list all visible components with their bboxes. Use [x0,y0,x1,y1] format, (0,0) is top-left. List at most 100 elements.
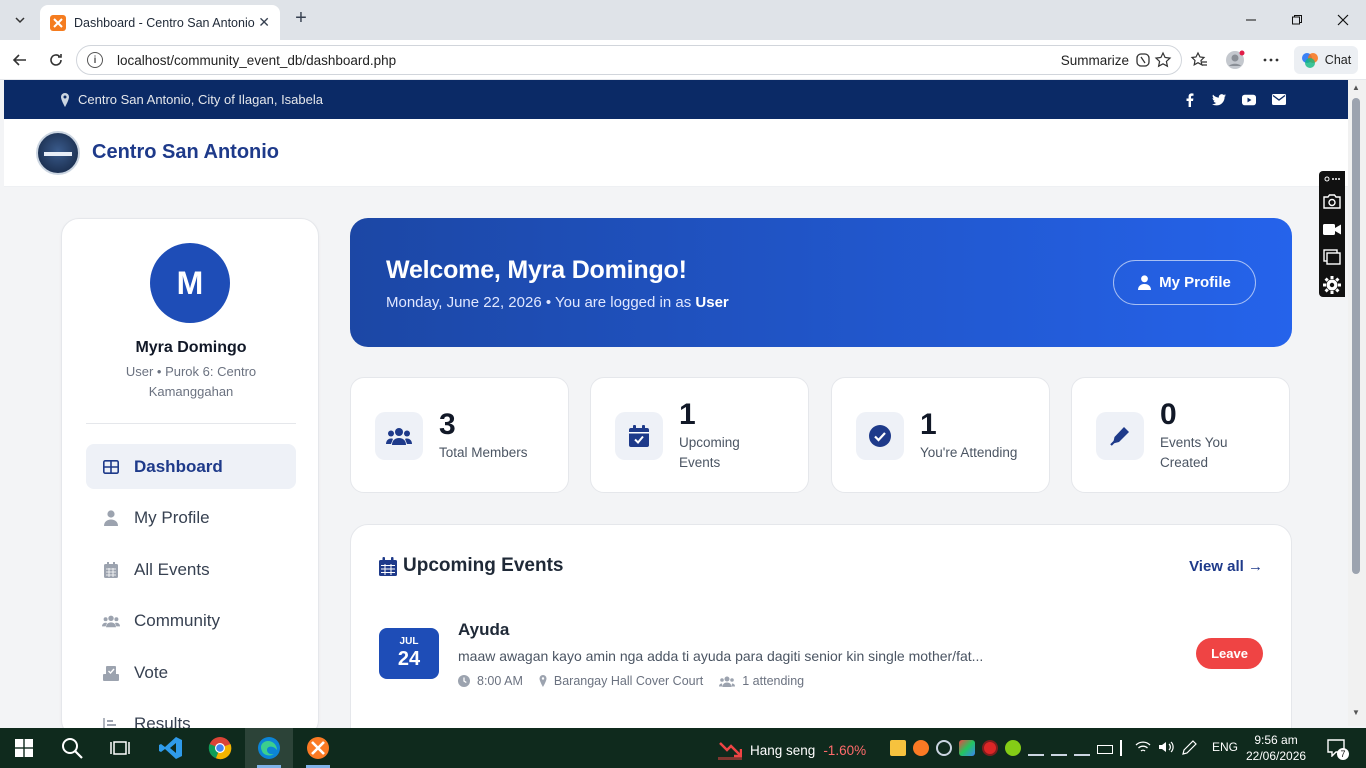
taskbar-clock[interactable]: 9:56 am 22/06/2026 [1246,732,1306,764]
stock-ticker-widget[interactable]: Hang seng -1.60% [718,739,866,761]
twitter-icon[interactable] [1212,93,1226,107]
notification-center-icon[interactable]: 7 [1326,738,1349,760]
chevron-down-icon [15,17,25,24]
leave-event-button[interactable]: Leave [1196,638,1263,669]
event-description: maaw awagan kayo amin nga adda ti ayuda … [458,648,984,664]
tray-app-multicolor-icon[interactable] [959,740,975,756]
stat-label: Total Members [439,445,528,460]
reload-button[interactable] [44,48,68,72]
tray-app-green-icon[interactable] [1005,740,1021,756]
vscode-icon[interactable] [157,734,185,762]
window-capture-icon[interactable] [1322,247,1342,267]
tray-xampp-icon[interactable] [913,740,929,756]
chrome-icon[interactable] [206,734,234,762]
stat-card-total-members: 3 Total Members [350,377,569,493]
facebook-icon[interactable] [1182,92,1196,107]
xampp-icon[interactable] [304,734,332,762]
stat-value: 3 [439,408,456,441]
favorite-star-icon[interactable] [1153,50,1173,70]
pen-menu-icon[interactable] [1181,740,1197,756]
user-role: User • Purok 6: Centro Kamanggahan [125,364,257,399]
my-profile-button[interactable]: My Profile [1113,260,1256,305]
stat-card-attending: 1 You're Attending [831,377,1050,493]
page-scrollbar[interactable]: ▲ ▼ [1348,80,1366,726]
usb-icon[interactable] [1120,740,1128,756]
volume-icon[interactable] [1158,740,1174,756]
check-circle-icon [856,412,904,460]
scroll-thumb[interactable] [1352,98,1360,574]
restore-button[interactable] [1274,0,1320,40]
sidebar-item-all-events[interactable]: All Events [86,547,296,592]
calendar-icon [379,556,397,576]
tray-search-app-icon[interactable] [936,740,952,756]
tray-hidden-icon-1[interactable] [1028,740,1044,756]
sidebar-item-my-profile[interactable]: My Profile [86,495,296,540]
input-language[interactable]: ENG [1212,740,1238,754]
welcome-banner: Welcome, Myra Domingo! Monday, June 22, … [350,218,1292,347]
stat-card-upcoming-events: 1 Upcoming Events [590,377,809,493]
windows-taskbar: Hang seng -1.60% ENG 9:56 am 22/06/2026 … [0,728,1366,768]
minimize-button[interactable] [1228,0,1274,40]
youtube-icon[interactable] [1242,93,1256,107]
upcoming-events-card: Upcoming Events View all → JUL 24 Ayuda … [350,524,1292,754]
tray-record-icon[interactable] [982,740,998,756]
back-button[interactable] [8,48,32,72]
scroll-down-icon[interactable]: ▼ [1352,708,1360,717]
section-title: Upcoming Events [379,555,563,577]
stat-value: 1 [920,408,937,441]
new-tab-button[interactable]: + [290,8,312,30]
info-icon[interactable]: i [87,52,103,68]
site-logo[interactable] [36,130,80,175]
search-icon[interactable] [58,734,86,762]
copilot-summarize-icon [1136,53,1150,67]
toolbar-grip-icon[interactable] [1322,175,1342,183]
task-view-icon[interactable] [106,734,134,762]
windows-start-icon[interactable] [10,734,38,762]
user-icon [1138,275,1152,290]
close-window-button[interactable] [1320,0,1366,40]
wifi-icon[interactable] [1135,740,1151,756]
more-menu-icon[interactable] [1261,50,1281,70]
tab-list-button[interactable] [8,8,32,32]
url-text: localhost/community_event_db/dashboard.p… [117,52,397,68]
tray-hidden-icon-2[interactable] [1051,740,1067,756]
site-brand[interactable]: Centro San Antonio [92,141,279,164]
stat-label: You're Attending [920,445,1018,460]
view-all-link[interactable]: View all → [1189,558,1263,575]
user-avatar: M [150,243,230,323]
location-pin-icon [61,92,69,107]
summarize-button[interactable]: Summarize [1061,52,1151,68]
sidebar-item-vote[interactable]: Vote [86,650,296,695]
welcome-title: Welcome, Myra Domingo! [386,256,687,284]
stat-label: Upcoming Events [679,435,740,470]
camera-icon[interactable] [1322,191,1342,211]
user-name: Myra Domingo [135,339,247,356]
battery-icon[interactable] [1097,745,1113,754]
top-info-strip: Centro San Antonio, City of Ilagan, Isab… [4,80,1348,119]
copilot-chat-button[interactable]: Chat [1294,46,1358,74]
profile-avatar-icon[interactable] [1225,50,1245,70]
site-header: Centro San Antonio [4,119,1348,187]
gear-icon[interactable] [1322,275,1342,295]
sidebar-item-dashboard[interactable]: Dashboard [86,444,296,489]
users-icon [375,412,423,460]
tray-app-yellow-icon[interactable] [890,740,906,756]
event-title[interactable]: Ayuda [458,620,509,640]
favorites-icon[interactable] [1189,50,1209,70]
edge-icon[interactable] [255,734,283,762]
calendar-icon [102,561,120,579]
mail-icon[interactable] [1272,93,1286,107]
video-camera-icon[interactable] [1322,219,1342,239]
stat-value: 1 [679,398,696,431]
users-icon [102,612,120,630]
sidebar-item-community[interactable]: Community [86,598,296,643]
event-date-badge: JUL 24 [379,628,439,679]
stat-label: Events You Created [1160,435,1228,470]
user-role-highlight: User [695,294,729,311]
tab-close-icon[interactable]: ✕ [258,14,270,31]
url-field[interactable]: i localhost/community_event_db/dashboard… [76,45,1182,75]
scroll-up-icon[interactable]: ▲ [1352,83,1360,92]
sidebar-card: M Myra Domingo User • Purok 6: Centro Ka… [61,218,319,738]
tray-hidden-icon-3[interactable] [1074,740,1090,756]
browser-tab[interactable]: Dashboard - Centro San Antonio ✕ [40,5,280,40]
